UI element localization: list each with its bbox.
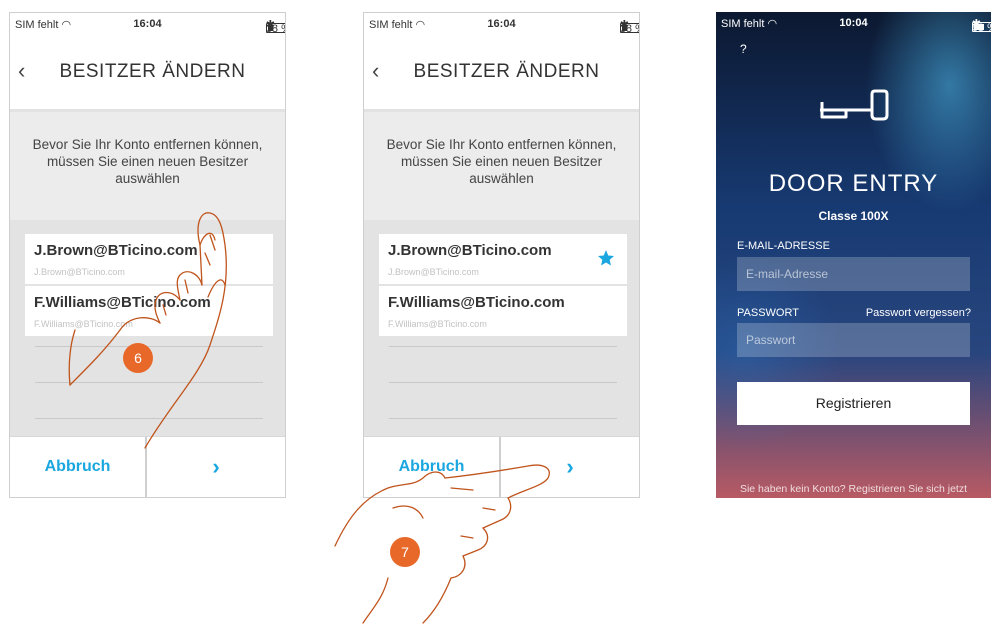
key-icon [820,89,889,121]
signup-link[interactable]: Sie haben kein Konto? Registrieren Sie s… [716,483,991,495]
user-name: J.Brown@BTicino.com [388,242,552,259]
battery-status: ✱ 38 % [265,18,285,35]
page-title: BESITZER ÄNDERN [59,61,246,82]
navigation-bar: ‹ BESITZER ÄNDERN [10,35,285,112]
list-divider [389,382,617,383]
email-label: E-MAIL-ADRESSE [737,240,830,252]
battery-status: ✱ 38 % [619,18,639,35]
battery-status: ✱ 63 % [971,17,991,34]
page-title: BESITZER ÄNDERN [413,61,600,82]
forgot-password-link[interactable]: Passwort vergessen? [866,307,971,319]
register-button[interactable]: Registrieren [737,382,970,425]
clock: 16:04 [133,18,162,30]
battery-icon [971,22,991,32]
battery-icon [619,23,639,33]
list-divider [389,418,617,419]
clock: 10:04 [839,17,868,29]
help-button[interactable]: ? [740,42,747,56]
password-field[interactable] [737,323,970,357]
user-item[interactable]: F.Williams@BTicino.com F.Williams@BTicin… [379,286,627,336]
status-bar: SIM fehlt ◠ 10:04 ✱ 63 % [716,12,991,34]
list-divider [389,346,617,347]
user-item-selected[interactable]: J.Brown@BTicino.com J.Brown@BTicino.com [379,234,627,284]
user-email: F.Williams@BTicino.com [388,319,487,329]
user-list: J.Brown@BTicino.com J.Brown@BTicino.com … [364,220,639,437]
step-badge: 7 [390,537,420,567]
step-badge: 6 [123,343,153,373]
screen-owner-selected: SIM fehlt ◠ 16:04 ✱ 38 % ‹ BESITZER ÄNDE… [363,12,640,498]
navigation-bar: ‹ BESITZER ÄNDERN [364,35,639,112]
app-subtitle: Classe 100X [818,209,889,223]
pointing-hand-illustration [68,212,227,449]
instruction-text: Bevor Sie Ihr Konto entfernen können, mü… [32,137,263,186]
battery-icon [265,23,285,33]
app-title: DOOR ENTRY [768,170,939,197]
status-bar: SIM fehlt ◠ 16:04 ✱ 38 % [364,13,639,35]
email-field[interactable] [737,257,970,291]
user-email: J.Brown@BTicino.com [388,267,479,277]
pointing-hand-illustration [334,464,550,624]
instruction-text: Bevor Sie Ihr Konto entfernen können, mü… [386,137,617,186]
content-area: Bevor Sie Ihr Konto entfernen können, mü… [364,112,639,437]
star-icon [597,250,615,266]
password-label: PASSWORT [737,307,799,319]
screen-login: SIM fehlt ◠ 10:04 ✱ 63 % ? DOOR ENTRY Cl… [716,12,991,498]
status-bar: SIM fehlt ◠ 16:04 ✱ 38 % [10,13,285,35]
user-name: F.Williams@BTicino.com [388,294,565,311]
clock: 16:04 [487,18,516,30]
